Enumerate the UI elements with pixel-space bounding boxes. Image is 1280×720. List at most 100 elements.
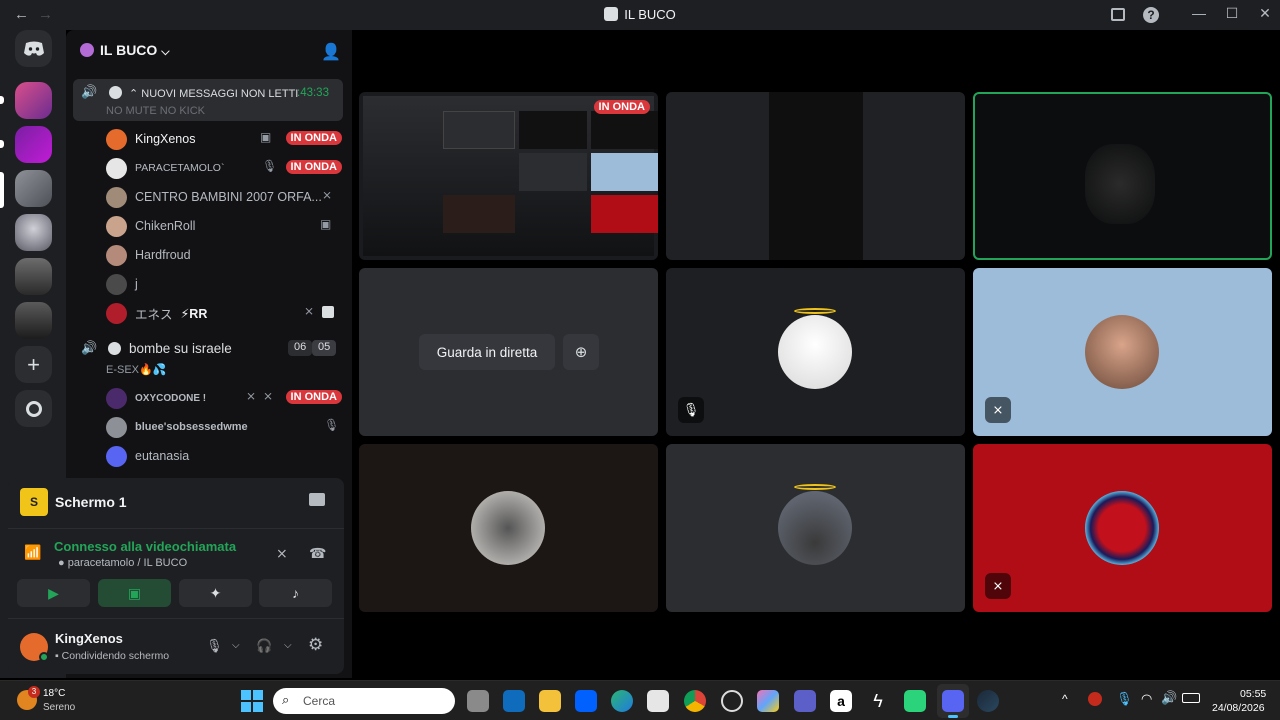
close-button[interactable]: ✕ (1254, 5, 1276, 22)
user-name: KingXenos (55, 631, 123, 646)
voice-member[interactable]: ChikenRoll ▣ (66, 211, 352, 239)
participant-tile[interactable]: ⨯ (973, 268, 1272, 436)
voice-member[interactable]: Hardfroud (66, 240, 352, 268)
server-header[interactable]: IL BUCO ⌵ (80, 42, 170, 62)
file-explorer-icon[interactable] (539, 690, 561, 712)
halo-decoration (794, 308, 836, 314)
voice-member[interactable]: eutanasia (66, 441, 352, 469)
noise-suppression-icon[interactable]: ⨯ (276, 545, 288, 562)
start-button[interactable] (241, 690, 263, 712)
weather-desc[interactable]: Sereno (43, 702, 75, 713)
voice-channel-active[interactable]: 🔊 ⌃ NUOVI MESSAGGI NON LETTI :43:33 NO M… (73, 79, 343, 121)
disconnect-icon[interactable]: ☎ (309, 545, 326, 562)
search-box[interactable]: ⌕ Cerca (273, 688, 455, 714)
connection-location[interactable]: ● paracetamolo / IL BUCO (58, 557, 187, 569)
show-hidden-icons[interactable]: ^ (1062, 692, 1068, 706)
edge-icon[interactable] (611, 690, 633, 712)
voice-member[interactable]: CENTRO BAMBINI 2007 ORFA... ⨯ (66, 182, 352, 210)
tray-app-icon[interactable] (1088, 692, 1102, 706)
participant-tile-speaking[interactable] (973, 92, 1272, 260)
activities-button[interactable]: ✦ (179, 579, 252, 607)
stream-tile[interactable]: IN ONDA (359, 92, 658, 260)
voice-member[interactable]: bluee'sobsessedwme 🎙 (66, 412, 352, 440)
mic-in-use-icon[interactable]: 🎙 (1116, 691, 1133, 707)
microphone-icon[interactable]: 🎙 (206, 638, 223, 654)
connection-icon[interactable]: 📶 (24, 544, 41, 561)
participant-tile[interactable] (359, 444, 658, 612)
outlook-icon[interactable] (503, 690, 525, 712)
weather-badge: 3 (28, 686, 40, 698)
maximize-button[interactable]: ☐ (1221, 5, 1243, 22)
server-icon-il-buco[interactable] (15, 170, 52, 207)
participant-tile[interactable]: ⨯ (973, 444, 1272, 612)
steam-icon[interactable] (977, 690, 999, 712)
server-icon-4[interactable] (15, 214, 52, 251)
camera-icon: ▶ (48, 584, 59, 601)
server-icon-1[interactable] (15, 82, 52, 119)
dropbox-icon[interactable] (575, 690, 597, 712)
live-badge: IN ONDA (593, 100, 650, 114)
camera-button[interactable]: ▶ (17, 579, 90, 607)
participant-tile[interactable] (666, 92, 965, 260)
channel-name: bombe su israele (129, 341, 232, 356)
server-icon-5[interactable] (15, 258, 52, 295)
stream-thumbnail: S (20, 488, 48, 516)
voice-member[interactable]: OXYCODONE ! ⨯ ⨯ IN ONDA (66, 383, 352, 411)
voice-member[interactable]: エネス ⚡RR ⨯ (66, 298, 352, 326)
add-stream-button[interactable]: ⊕ (563, 334, 599, 370)
wifi-icon[interactable]: ◠ (1141, 691, 1152, 707)
battery-icon[interactable] (1182, 693, 1200, 703)
explore-servers-button[interactable] (15, 390, 52, 427)
task-view-icon[interactable] (467, 690, 489, 712)
help-icon[interactable]: ? (1143, 7, 1159, 23)
avatar (106, 244, 127, 266)
settings-gear-icon[interactable]: ⚙ (308, 635, 323, 655)
stream-watch-tile[interactable]: Guarda in diretta ⊕ (359, 268, 658, 436)
stop-stream-icon[interactable] (309, 493, 325, 506)
minimize-button[interactable]: — (1188, 5, 1210, 21)
speaker-icon: 🔊 (81, 84, 98, 99)
weather-temp[interactable]: 18°C (43, 688, 65, 699)
gaming-app-icon[interactable] (904, 690, 926, 712)
video-icon: ▣ (320, 217, 332, 231)
server-icon-2[interactable] (15, 126, 52, 163)
discord-logo-icon (23, 41, 44, 56)
video-off-icon: ⨯ (263, 389, 274, 403)
soundboard-button[interactable]: ♪ (259, 579, 332, 607)
discord-icon (942, 690, 964, 712)
inbox-icon[interactable] (1111, 8, 1125, 21)
store-icon[interactable] (647, 690, 669, 712)
voice-member[interactable]: j (66, 269, 352, 297)
channel-status: NO MUTE NO KICK (106, 105, 206, 117)
participant-tile[interactable]: 🎙 (666, 268, 965, 436)
participant-avatar (778, 491, 852, 565)
xbox-icon[interactable] (721, 690, 743, 712)
voice-channel[interactable]: 🔊 bombe su israele 06 05 (66, 338, 352, 360)
connection-status[interactable]: Connesso alla videochiamata (54, 539, 236, 554)
unread-banner[interactable]: ⌃ NUOVI MESSAGGI NON LETTI (129, 87, 298, 100)
add-server-button[interactable]: + (15, 346, 52, 383)
add-stream-icon: ⊕ (574, 344, 588, 361)
lightning-app-icon[interactable]: ϟ (867, 690, 889, 712)
voice-member[interactable]: PARACETAMOLO` 🎙 IN ONDA (66, 153, 352, 181)
discord-taskbar-active[interactable] (937, 684, 969, 718)
screen-share-button[interactable]: ▣ (98, 579, 171, 607)
clock-time[interactable]: 05:55 (1240, 688, 1266, 700)
copilot-icon[interactable] (757, 690, 779, 712)
clock-date[interactable]: 24/08/2026 (1212, 702, 1265, 714)
teams-icon[interactable] (794, 690, 816, 712)
mic-options-chevron-icon[interactable]: ⌵ (232, 640, 240, 651)
mic-muted-icon: 🎙 (262, 159, 278, 173)
watch-stream-button[interactable]: Guarda in diretta (419, 334, 555, 370)
amazon-icon[interactable]: a (830, 690, 852, 712)
voice-member[interactable]: KingXenos ▣ IN ONDA (66, 124, 352, 152)
chrome-icon[interactable] (684, 690, 706, 712)
headphones-icon[interactable]: 🎧 (256, 638, 272, 654)
server-icon-6[interactable] (15, 302, 52, 339)
volume-icon[interactable]: 🔊 (1161, 690, 1177, 706)
audio-options-chevron-icon[interactable]: ⌵ (284, 640, 292, 651)
direct-messages-button[interactable] (15, 30, 52, 67)
screen-share-icon: ▣ (127, 584, 142, 601)
participant-tile[interactable] (666, 444, 965, 612)
invite-people-icon[interactable]: 👤 (321, 42, 341, 62)
